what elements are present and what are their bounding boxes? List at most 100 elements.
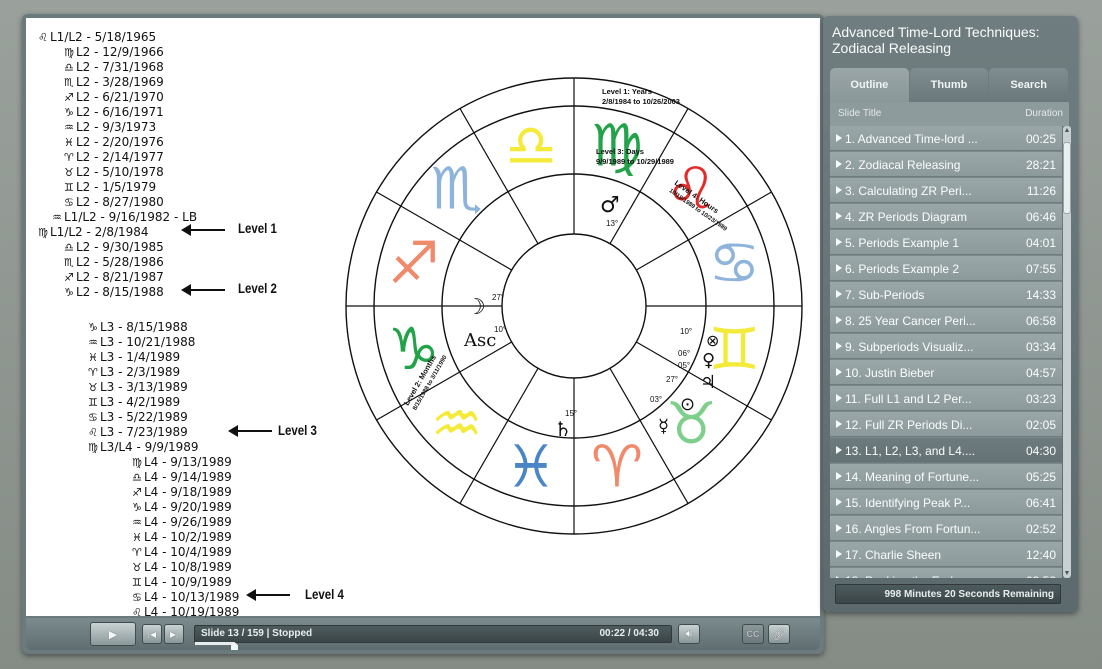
sidebar-tabs: Outline Thumb Search xyxy=(830,68,1069,102)
degree-03: 03° xyxy=(650,395,662,404)
slide-list-item[interactable]: 17. Charlie Sheen 12:40 xyxy=(830,542,1062,567)
expand-arrow-icon xyxy=(836,316,842,324)
sign-icon: ♎ xyxy=(64,241,74,254)
tab-outline[interactable]: Outline xyxy=(830,68,909,102)
period-tree: ♌ L1/L2 - 5/18/1965 ♍ L2 - 12/9/1966 ♎ L2 - 7… xyxy=(26,18,356,619)
tree-item-text: L4 - 10/8/1989 xyxy=(144,560,232,574)
paperclip-icon: 🔗︎ xyxy=(772,628,786,641)
tree-item: ♎ L4 - 9/14/1989 xyxy=(132,470,232,485)
expand-arrow-icon xyxy=(836,160,842,168)
expand-arrow-icon xyxy=(836,446,842,454)
scroll-down-icon[interactable]: ▼ xyxy=(1063,570,1071,577)
play-button[interactable]: ▶ xyxy=(90,622,136,646)
slide-list-item[interactable]: 14. Meaning of Fortune... 05:25 xyxy=(830,464,1062,489)
sign-icon: ♐ xyxy=(132,486,142,499)
house-spoke xyxy=(746,405,772,421)
slide-list-item[interactable]: 16. Angles From Fortun... 02:52 xyxy=(830,516,1062,541)
sign-icon: ♈ xyxy=(132,546,142,559)
slide-list-item[interactable]: 13. L1, L2, L3, and L4.... 04:30 xyxy=(830,438,1062,463)
level1-range: 2/8/1984 to 10/26/2003 xyxy=(602,97,680,106)
arrow-level-1 xyxy=(181,224,225,236)
slide-item-duration: 04:57 xyxy=(1025,366,1056,380)
slide-item-duration: 00:25 xyxy=(1025,132,1056,146)
next-slide-button[interactable]: ▶| xyxy=(164,624,184,644)
expand-arrow-icon xyxy=(836,290,842,298)
slide-list-item[interactable]: 6. Periods Example 2 07:55 xyxy=(830,256,1062,281)
moon-degree: 27° xyxy=(492,293,504,302)
tree-item: ♍ L3/L4 - 9/9/1989 xyxy=(88,440,199,455)
sign-icon: ♏ xyxy=(64,256,74,269)
house-spoke xyxy=(459,108,475,134)
slide-list-item[interactable]: 10. Justin Bieber 04:57 xyxy=(830,360,1062,385)
tree-item-text: L1/L2 - 2/8/1984 xyxy=(50,225,149,239)
degree-06: 06° xyxy=(678,349,690,358)
expand-arrow-icon xyxy=(836,368,842,376)
slide-list-item[interactable]: 9. Subperiods Visualiz... 03:34 xyxy=(830,334,1062,359)
slide-item-duration: 03:58 xyxy=(1026,574,1056,578)
tree-item: ♑ L2 - 8/15/1988 xyxy=(64,285,164,300)
expand-arrow-icon xyxy=(836,576,842,578)
seek-bar[interactable]: Slide 13 / 159 | Stopped 00:22 / 04:30 xyxy=(194,625,672,650)
sign-icon: ♊ xyxy=(88,396,98,409)
tree-item-text: L3 - 4/2/1989 xyxy=(100,395,181,409)
aquarius-sign-icon: ♒ xyxy=(431,389,483,457)
label-level-1: Level 1 xyxy=(238,220,277,236)
slide-list-item[interactable]: 18. Peaking the Early ... 03:58 xyxy=(830,568,1062,578)
slide-list-item[interactable]: 15. Identifying Peak P... 06:41 xyxy=(830,490,1062,515)
slide-list-item[interactable]: 3. Calculating ZR Peri... 11:26 xyxy=(830,178,1062,203)
play-icon: ▶ xyxy=(108,628,118,641)
tree-item: ♓ L4 - 10/2/1989 xyxy=(132,530,232,545)
scrollbar-thumb[interactable] xyxy=(1063,142,1071,214)
slide-list-item[interactable]: 4. ZR Periods Diagram 06:46 xyxy=(830,204,1062,229)
sign-icon: ♉ xyxy=(132,561,142,574)
volume-button[interactable]: 🔊︎ xyxy=(678,624,700,644)
tree-item: ♏ L2 - 5/28/1986 xyxy=(64,255,164,270)
slide-list-item[interactable]: 11. Full L1 and L2 Per... 03:23 xyxy=(830,386,1062,411)
tree-item-text: L3 - 2/3/1989 xyxy=(100,365,181,379)
tree-item: ♌ L3 - 7/23/1989 xyxy=(88,425,188,440)
slide-list-item[interactable]: 2. Zodiacal Releasing 28:21 xyxy=(830,152,1062,177)
slide-item-title: 7. Sub-Periods xyxy=(845,288,925,302)
sign-icon: ♏ xyxy=(64,76,74,89)
tab-search[interactable]: Search xyxy=(989,68,1069,102)
tab-thumb[interactable]: Thumb xyxy=(909,68,989,102)
tree-item-text: L2 - 1/5/1979 xyxy=(76,180,157,194)
expand-arrow-icon xyxy=(836,342,842,350)
sign-icon: ♍ xyxy=(64,46,74,59)
slide-list-item[interactable]: 5. Periods Example 1 04:01 xyxy=(830,230,1062,255)
tree-item: ♐ L2 - 6/21/1970 xyxy=(64,90,164,105)
slide-list-item[interactable]: 7. Sub-Periods 14:33 xyxy=(830,282,1062,307)
closed-captions-button[interactable]: CC xyxy=(742,624,764,644)
attachments-button[interactable]: 🔗︎ xyxy=(768,624,790,644)
slide-list-item[interactable]: 12. Full ZR Periods Di... 02:05 xyxy=(830,412,1062,437)
slide-item-title: 8. 25 Year Cancer Peri... xyxy=(845,314,976,328)
sign-icon: ♊ xyxy=(132,576,142,589)
tree-item: ♉ L4 - 10/8/1989 xyxy=(132,560,232,575)
zodiac-wheel: ♍♌♋♊♉♈♓♒♑♐♏♎ ♂ 13° ☽ 27° Asc 10° ♄ 15° ⊗… xyxy=(345,77,803,535)
tree-item-text: L2 - 8/21/1987 xyxy=(76,270,164,284)
house-spoke xyxy=(459,478,475,504)
expand-arrow-icon xyxy=(836,238,842,246)
tree-item: ♑ L2 - 6/16/1971 xyxy=(64,105,164,120)
cc-icon: CC xyxy=(746,629,760,639)
scroll-up-icon[interactable]: ▲ xyxy=(1063,127,1071,134)
sign-icon: ♐ xyxy=(64,271,74,284)
slide-list-item[interactable]: 8. 25 Year Cancer Peri... 06:58 xyxy=(830,308,1062,333)
tree-item-text: L4 - 10/2/1989 xyxy=(144,530,232,544)
slide-item-title: 12. Full ZR Periods Di... xyxy=(845,418,973,432)
slide-item-title: 13. L1, L2, L3, and L4.... xyxy=(845,444,976,458)
time-remaining: 998 Minutes 20 Seconds Remaining xyxy=(835,584,1061,604)
degree-05: 05° xyxy=(678,361,690,370)
house-spoke xyxy=(507,368,539,421)
slide-list-item[interactable]: 1. Advanced Time-lord ... 00:25 xyxy=(830,126,1062,151)
sign-icon: ♎ xyxy=(64,61,74,74)
previous-slide-button[interactable]: |◀ xyxy=(142,624,162,644)
sign-icon: ♌ xyxy=(88,426,98,439)
slide-list-scrollbar[interactable]: ▲ ▼ xyxy=(1063,126,1071,578)
tree-item: ♊ L3 - 4/2/1989 xyxy=(88,395,180,410)
tree-item: ♎ L2 - 9/30/1985 xyxy=(64,240,164,255)
tree-item-text: L3 - 7/23/1989 xyxy=(100,425,188,439)
sign-icon: ♓ xyxy=(88,351,98,364)
sign-icon: ♋ xyxy=(88,411,98,424)
slide-item-duration: 07:55 xyxy=(1025,262,1056,276)
